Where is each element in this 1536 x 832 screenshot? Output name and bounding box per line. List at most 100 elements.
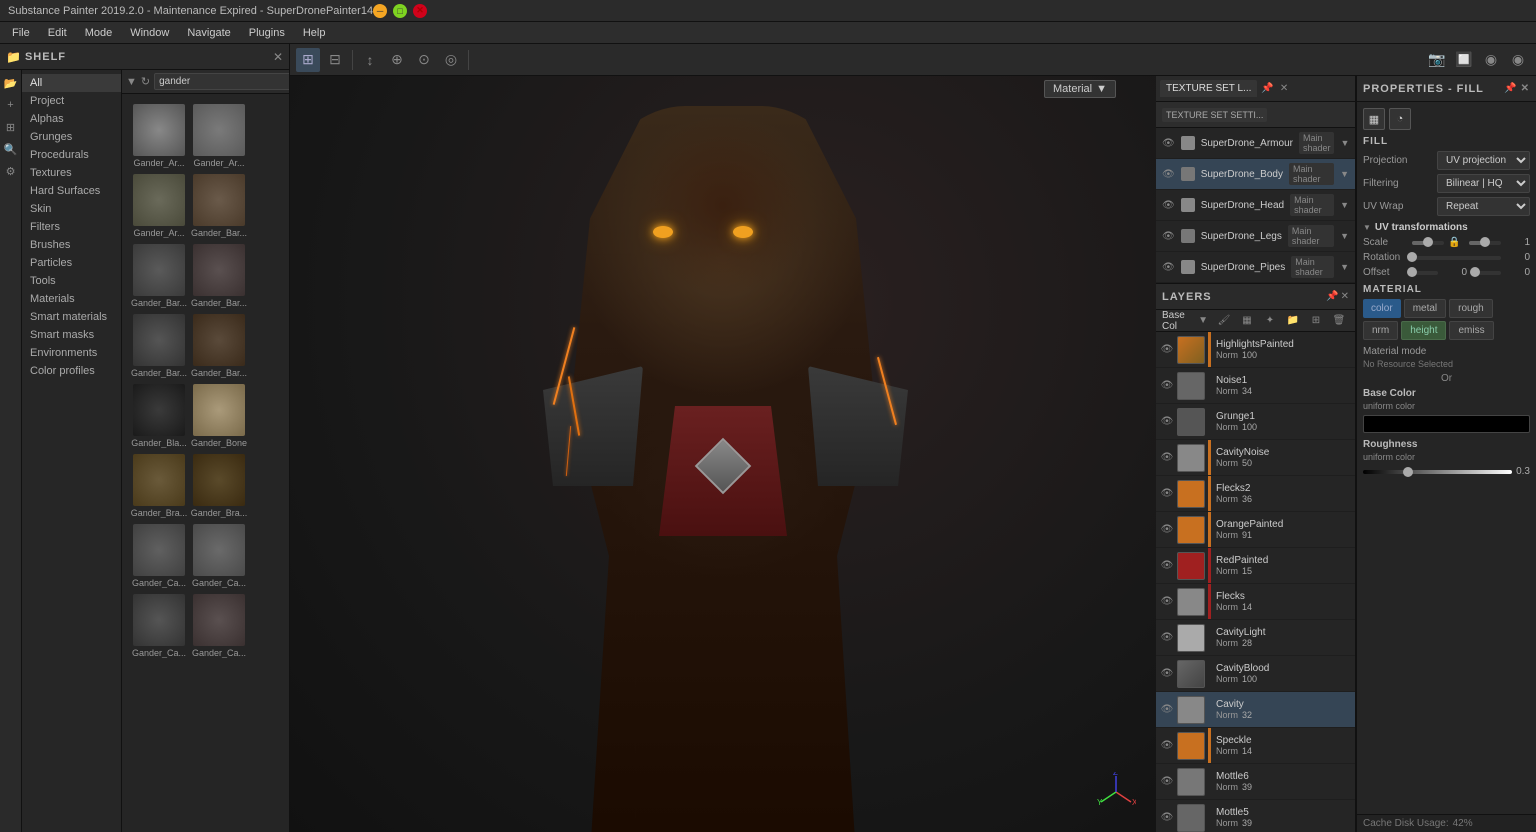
shelf-folder-icon[interactable]: 📁 (6, 50, 21, 64)
menu-window[interactable]: Window (122, 25, 177, 41)
shelf-item[interactable]: Gander_Ar... (130, 102, 188, 170)
layer-vis-icon[interactable]: 👁 (1160, 487, 1174, 501)
orbit-btn[interactable]: ⊙ (412, 48, 436, 72)
layer-cavityblood[interactable]: 👁 CavityBlood Norm 100 (1156, 656, 1355, 692)
base-color-dropdown[interactable]: ▼ (1198, 315, 1208, 326)
ts-close-icon[interactable]: ✕ (1278, 81, 1290, 96)
ts-vis-icon[interactable]: 👁 (1162, 138, 1175, 149)
render-btn-3[interactable]: ◉ (1506, 48, 1530, 72)
shelf-icon-settings[interactable]: ⚙ (2, 162, 20, 180)
layout-btn-1[interactable]: ⊞ (296, 48, 320, 72)
ts-vis-icon[interactable]: 👁 (1162, 231, 1175, 242)
layers-add-effects-btn[interactable]: ✦ (1260, 311, 1280, 331)
scale-slider-2[interactable] (1469, 241, 1501, 245)
layer-vis-icon[interactable]: 👁 (1160, 415, 1174, 429)
layer-grunge1[interactable]: 👁 Grunge1 Norm 100 (1156, 404, 1355, 440)
menu-help[interactable]: Help (295, 25, 334, 41)
layer-vis-icon[interactable]: 👁 (1160, 667, 1174, 681)
minimize-btn[interactable]: ─ (373, 4, 387, 18)
cat-materials[interactable]: Materials (22, 290, 121, 308)
layer-speckle[interactable]: 👁 Speckle Norm 14 (1156, 728, 1355, 764)
rotation-slider[interactable] (1412, 256, 1501, 260)
cat-skin[interactable]: Skin (22, 200, 121, 218)
ts-settings-tab[interactable]: TEXTURE SET SETTI... (1162, 108, 1267, 122)
scale-slider-thumb[interactable] (1423, 237, 1433, 247)
shelf-search-input[interactable] (154, 73, 289, 90)
shelf-icon-filter[interactable]: ⊞ (2, 118, 20, 136)
material-dropdown[interactable]: Material ▼ (1044, 80, 1116, 98)
mat-btn-metal[interactable]: metal (1404, 299, 1446, 318)
maximize-btn[interactable]: □ (393, 4, 407, 18)
ts-item-pipes[interactable]: 👁 SuperDrone_Pipes Main shader ▼ (1156, 252, 1355, 283)
layer-noise1[interactable]: 👁 Noise1 Norm 34 (1156, 368, 1355, 404)
cat-particles[interactable]: Particles (22, 254, 121, 272)
layer-highlightspainted[interactable]: 👁 HighlightsPainted Norm 100 (1156, 332, 1355, 368)
layer-mottle5[interactable]: 👁 Mottle5 Norm 39 (1156, 800, 1355, 832)
layer-vis-icon[interactable]: 👁 (1160, 595, 1174, 609)
layer-vis-icon[interactable]: 👁 (1160, 775, 1174, 789)
shelf-item[interactable]: Gander_Ca... (190, 522, 248, 590)
ts-item-body[interactable]: 👁 SuperDrone_Body Main shader ▼ (1156, 159, 1355, 190)
menu-mode[interactable]: Mode (77, 25, 121, 41)
cam-btn[interactable]: 📷 (1425, 48, 1449, 72)
mat-btn-height[interactable]: height (1401, 321, 1446, 340)
offset-thumb-2[interactable] (1470, 267, 1480, 277)
layer-vis-icon[interactable]: 👁 (1160, 451, 1174, 465)
ts-item-head[interactable]: 👁 SuperDrone_Head Main shader ▼ (1156, 190, 1355, 221)
layer-orangepainted[interactable]: 👁 OrangePainted Norm 91 (1156, 512, 1355, 548)
cat-all[interactable]: All (22, 74, 121, 92)
cat-brushes[interactable]: Brushes (22, 236, 121, 254)
shelf-item[interactable]: Gander_Bar... (130, 312, 188, 380)
shelf-item[interactable]: Gander_Ca... (190, 592, 248, 660)
cat-color-profiles[interactable]: Color profiles (22, 362, 121, 380)
fill-icon-1[interactable]: ▦ (1363, 108, 1385, 130)
roughness-slider[interactable] (1363, 470, 1512, 474)
shelf-item[interactable]: Gander_Bra... (190, 452, 248, 520)
shelf-item[interactable]: Gander_Ar... (190, 102, 248, 170)
uvwrap-select[interactable]: Repeat (1437, 197, 1530, 216)
layer-vis-icon[interactable]: 👁 (1160, 523, 1174, 537)
shelf-item[interactable]: Gander_Bar... (190, 242, 248, 310)
viewport[interactable]: Material ▼ X Y Z (290, 76, 1156, 832)
scale-lock-icon[interactable]: 🔒 (1448, 237, 1460, 248)
ts-vis-icon[interactable]: 👁 (1162, 169, 1175, 180)
layer-vis-icon[interactable]: 👁 (1160, 559, 1174, 573)
scale-slider-thumb-2[interactable] (1480, 237, 1490, 247)
projection-select[interactable]: UV projection (1437, 151, 1530, 170)
shelf-item[interactable]: Gander_Bone (190, 382, 248, 450)
rotation-slider-thumb[interactable] (1407, 252, 1417, 262)
layout-btn-2[interactable]: ⊟ (323, 48, 347, 72)
shelf-icon-add[interactable]: + (2, 96, 20, 114)
cat-hardsurfaces[interactable]: Hard Surfaces (22, 182, 121, 200)
shelf-item[interactable]: Gander_Bra... (130, 452, 188, 520)
layers-add-paint-btn[interactable]: 🖌 (1214, 311, 1234, 331)
layer-vis-icon[interactable]: 👁 (1160, 343, 1174, 357)
layer-mottle6[interactable]: 👁 Mottle6 Norm 39 (1156, 764, 1355, 800)
shelf-item[interactable]: Gander_Bla... (130, 382, 188, 450)
layer-cavity[interactable]: 👁 Cavity Norm 32 (1156, 692, 1355, 728)
roughness-thumb[interactable] (1403, 467, 1413, 477)
shelf-item[interactable]: Gander_Ca... (130, 522, 188, 590)
layer-vis-icon[interactable]: 👁 (1160, 739, 1174, 753)
menu-plugins[interactable]: Plugins (241, 25, 293, 41)
layer-cavitynoise[interactable]: 👁 CavityNoise Norm 50 (1156, 440, 1355, 476)
uv-expand-icon[interactable]: ▼ (1363, 223, 1371, 232)
shelf-item[interactable]: Gander_Ca... (130, 592, 188, 660)
ts-item-legs[interactable]: 👁 SuperDrone_Legs Main shader ▼ (1156, 221, 1355, 252)
shelf-item[interactable]: Gander_Ar... (130, 172, 188, 240)
cat-textures[interactable]: Textures (22, 164, 121, 182)
layer-flecks2[interactable]: 👁 Flecks2 Norm 36 (1156, 476, 1355, 512)
close-btn[interactable]: ✕ (413, 4, 427, 18)
layer-flecks[interactable]: 👁 Flecks Norm 14 (1156, 584, 1355, 620)
offset-slider-1[interactable] (1412, 271, 1438, 275)
ts-vis-icon[interactable]: 👁 (1162, 200, 1175, 211)
measure-btn[interactable]: ◎ (439, 48, 463, 72)
fill-icon-2[interactable]: ◔ (1389, 108, 1411, 130)
menu-navigate[interactable]: Navigate (179, 25, 238, 41)
ts-tab-list[interactable]: TEXTURE SET L... (1160, 80, 1257, 97)
layer-vis-icon[interactable]: 👁 (1160, 703, 1174, 717)
scale-slider[interactable] (1412, 241, 1444, 245)
shelf-icon-browse[interactable]: 📂 (2, 74, 20, 92)
base-color-swatch[interactable] (1363, 415, 1530, 433)
layer-redpainted[interactable]: 👁 RedPainted Norm 15 (1156, 548, 1355, 584)
